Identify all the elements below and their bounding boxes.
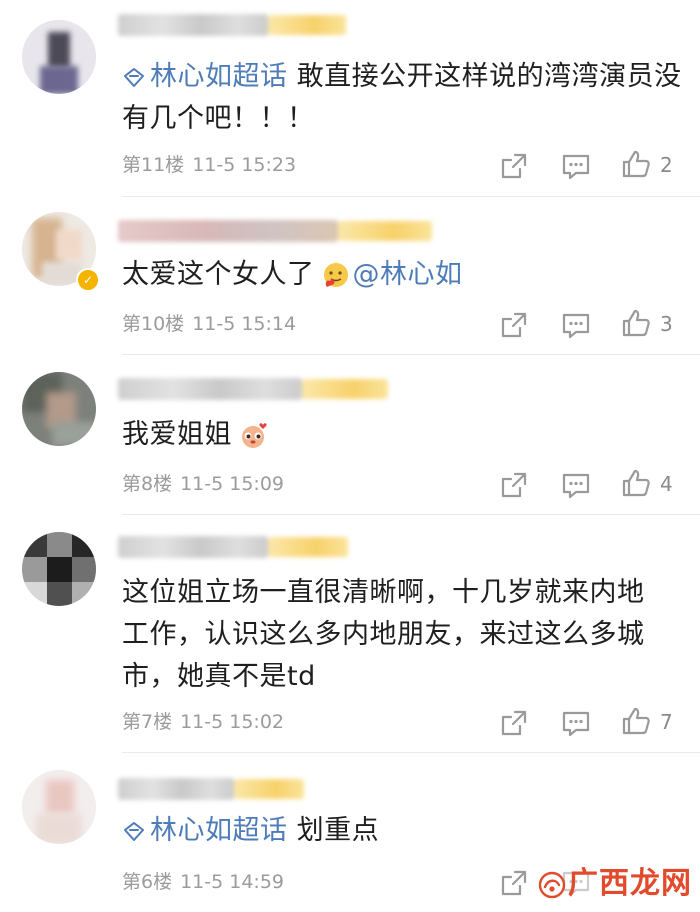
- share-icon[interactable]: [498, 150, 530, 182]
- divider: [122, 752, 700, 753]
- timestamp: 11-5 15:14: [192, 313, 297, 335]
- watermark-text: 广西龙网: [568, 866, 692, 901]
- guangxi-logo-icon: [538, 871, 566, 898]
- thumbs-up-icon[interactable]: [620, 705, 652, 737]
- timestamp: 11-5 14:59: [180, 871, 285, 893]
- comment-icon[interactable]: [560, 469, 592, 501]
- floor-label: 第7楼: [122, 711, 173, 733]
- username-blurred[interactable]: [118, 14, 348, 36]
- diamond-topic-icon: [122, 66, 146, 90]
- username-blurred[interactable]: [118, 778, 304, 800]
- comment-text: 林心如超话 敢直接公开这样说的湾湾演员没有几个吧！！！: [122, 61, 682, 134]
- avatar[interactable]: [22, 20, 96, 94]
- comment-meta: 第7楼 11-5 15:02: [122, 710, 284, 734]
- topic-link[interactable]: 林心如超话: [122, 61, 288, 92]
- divider: [122, 514, 700, 515]
- diamond-topic-icon: [122, 820, 146, 844]
- comment-meta: 第11楼 11-5 15:23: [122, 153, 296, 177]
- username-blurred[interactable]: [118, 536, 348, 558]
- share-icon[interactable]: [498, 867, 530, 899]
- like-count: 4: [660, 472, 673, 496]
- comment-meta: 第8楼 11-5 15:09: [122, 472, 284, 496]
- comment-meta: 第10楼 11-5 15:14: [122, 312, 296, 336]
- cute-blush-emoji-icon: [242, 422, 267, 448]
- floor-label: 第6楼: [122, 871, 173, 893]
- divider: [122, 196, 700, 197]
- comment-text: 太爱这个女人了 @林心如: [122, 259, 463, 290]
- verified-badge-icon: ✓: [76, 268, 100, 292]
- mention-link[interactable]: @林心如: [353, 259, 463, 290]
- floor-label: 第10楼: [122, 313, 185, 335]
- like-count: 2: [660, 153, 673, 177]
- timestamp: 11-5 15:23: [192, 154, 297, 176]
- comment-meta: 第6楼 11-5 14:59: [122, 870, 284, 894]
- comment-text: 我爱姐姐: [122, 414, 682, 456]
- thumbs-up-icon[interactable]: [620, 148, 652, 180]
- like-count: 7: [660, 710, 673, 734]
- username-blurred[interactable]: [118, 220, 432, 242]
- comment-text: 林心如超话 划重点: [122, 810, 682, 852]
- smiling-heart-emoji-icon: [323, 262, 348, 287]
- timestamp: 11-5 15:09: [180, 473, 285, 495]
- thumbs-up-icon[interactable]: [620, 307, 652, 339]
- comment-text: 这位姐立场一直很清晰啊，十几岁就来内地工作，认识这么多内地朋友，来过这么多城市，…: [122, 577, 645, 692]
- avatar[interactable]: [22, 532, 96, 606]
- share-icon[interactable]: [498, 707, 530, 739]
- comment-icon[interactable]: [560, 309, 592, 341]
- share-icon[interactable]: [498, 469, 530, 501]
- avatar[interactable]: [22, 770, 96, 844]
- floor-label: 第11楼: [122, 154, 185, 176]
- timestamp: 11-5 15:02: [180, 711, 285, 733]
- divider: [122, 354, 700, 355]
- floor-label: 第8楼: [122, 473, 173, 495]
- comment-icon[interactable]: [560, 707, 592, 739]
- like-count: 3: [660, 312, 673, 336]
- username-blurred[interactable]: [118, 378, 390, 400]
- thumbs-up-icon[interactable]: [620, 467, 652, 499]
- avatar[interactable]: [22, 372, 96, 446]
- topic-link[interactable]: 林心如超话: [122, 815, 288, 846]
- comment-icon[interactable]: [560, 150, 592, 182]
- share-icon[interactable]: [498, 309, 530, 341]
- watermark-logo: 广西龙网: [538, 858, 692, 902]
